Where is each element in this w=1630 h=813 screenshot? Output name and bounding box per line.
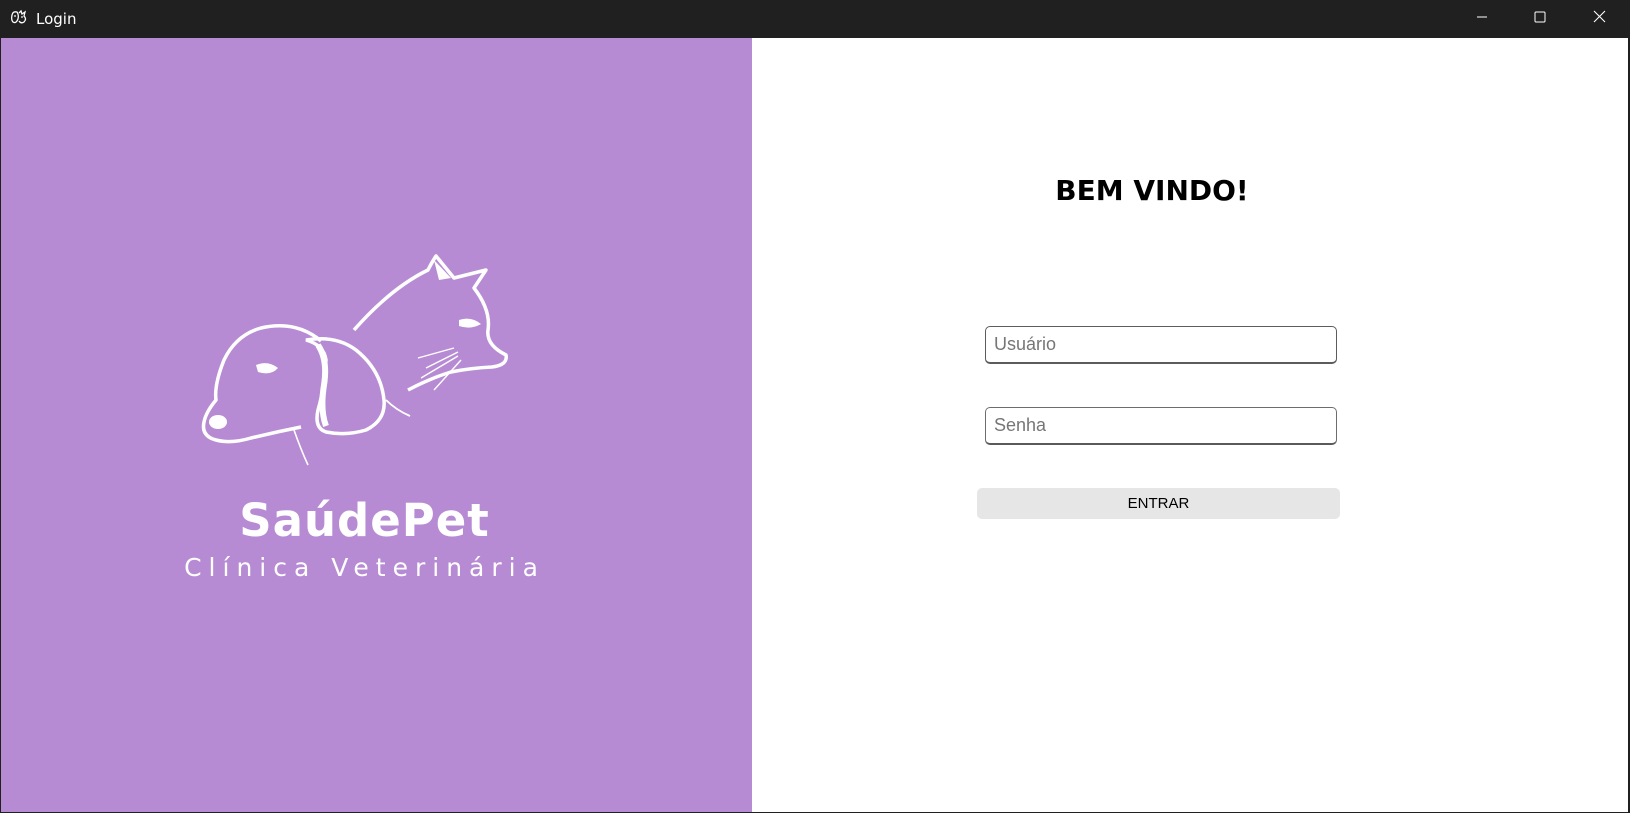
minimize-icon <box>1476 10 1488 28</box>
window-title: Login <box>36 10 77 28</box>
minimize-button[interactable] <box>1453 0 1511 38</box>
login-window: Login SaúdePet Clínica Veterinária BEM V… <box>0 0 1630 813</box>
username-input[interactable] <box>985 326 1337 364</box>
brand-name: SaúdePet <box>239 494 490 547</box>
maximize-button[interactable] <box>1511 0 1569 38</box>
dog-and-cat-logo-icon <box>196 250 536 510</box>
password-input[interactable] <box>985 407 1337 445</box>
brand-tagline: Clínica Veterinária <box>184 553 545 582</box>
login-panel: BEM VINDO! ENTRAR <box>752 38 1629 812</box>
brand-panel: SaúdePet Clínica Veterinária <box>1 38 752 812</box>
app-icon <box>9 9 29 29</box>
maximize-icon <box>1534 10 1546 28</box>
welcome-heading: BEM VINDO! <box>1055 174 1249 207</box>
close-button[interactable] <box>1570 0 1628 38</box>
close-icon <box>1593 10 1606 28</box>
login-button[interactable]: ENTRAR <box>977 488 1340 519</box>
title-bar[interactable]: Login <box>0 0 1630 38</box>
window-content: SaúdePet Clínica Veterinária BEM VINDO! … <box>1 38 1629 812</box>
